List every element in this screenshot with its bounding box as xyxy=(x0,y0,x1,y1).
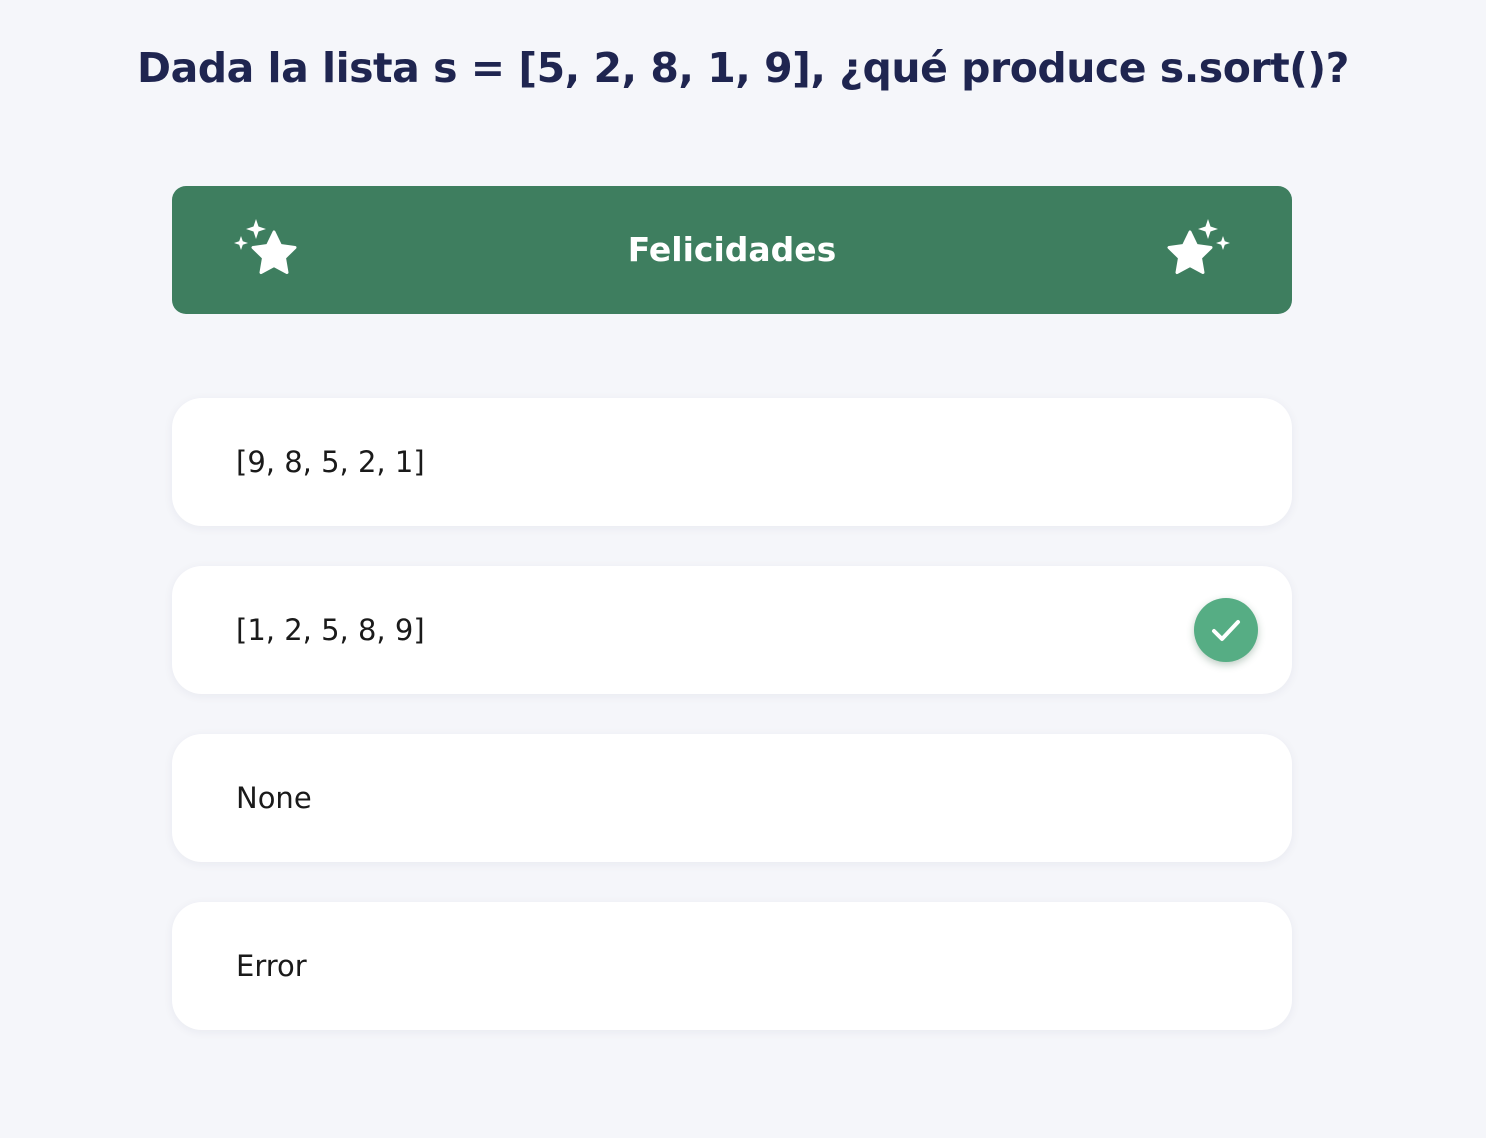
sparkle-star-icon xyxy=(1162,216,1230,284)
check-icon xyxy=(1194,598,1258,662)
answer-option-label: None xyxy=(236,781,312,815)
answer-option[interactable]: None xyxy=(172,734,1292,862)
answer-option-label: Error xyxy=(236,949,307,983)
banner-title: Felicidades xyxy=(627,230,837,269)
answer-option-correct[interactable]: [1, 2, 5, 8, 9] xyxy=(172,566,1292,694)
result-banner: Felicidades xyxy=(172,186,1292,314)
question-title: Dada la lista s = [5, 2, 8, 1, 9], ¿qué … xyxy=(137,44,1349,92)
answer-option[interactable]: [9, 8, 5, 2, 1] xyxy=(172,398,1292,526)
answer-option-label: [9, 8, 5, 2, 1] xyxy=(236,445,425,479)
answer-option-label: [1, 2, 5, 8, 9] xyxy=(236,613,425,647)
answer-option[interactable]: Error xyxy=(172,902,1292,1030)
